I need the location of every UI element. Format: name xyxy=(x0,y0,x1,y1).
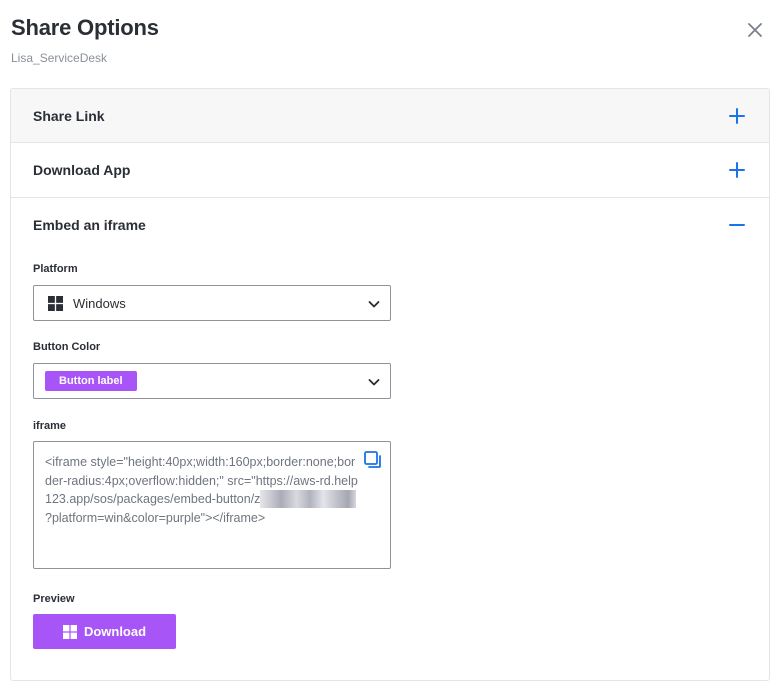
button-color-swatch: Button label xyxy=(45,371,137,391)
iframe-code-field[interactable]: <iframe style="height:40px;width:160px;b… xyxy=(33,441,391,569)
iframe-label: iframe xyxy=(33,420,67,432)
dialog-title: Share Options xyxy=(11,15,159,40)
section-share-link[interactable]: Share Link xyxy=(11,89,769,143)
section-embed-iframe[interactable]: Embed an iframe xyxy=(11,198,769,252)
platform-value: Windows xyxy=(73,295,126,311)
windows-icon xyxy=(48,295,63,311)
chevron-down-icon xyxy=(368,379,380,386)
plus-icon[interactable] xyxy=(727,106,747,126)
platform-label: Platform xyxy=(33,263,78,275)
plus-icon[interactable] xyxy=(727,160,747,180)
windows-icon xyxy=(62,624,77,639)
close-icon[interactable] xyxy=(745,20,765,40)
section-title: Download App xyxy=(33,162,131,178)
button-color-label: Button Color xyxy=(33,341,101,353)
redacted-block xyxy=(260,490,357,508)
section-title: Share Link xyxy=(33,107,105,124)
download-preview-button[interactable]: Download xyxy=(33,614,176,649)
chevron-down-icon xyxy=(368,301,380,308)
download-button-label: Download xyxy=(83,624,147,639)
section-download-app[interactable]: Download App xyxy=(11,143,769,198)
iframe-code-end: ?platform=win&color=purple"></iframe> xyxy=(45,510,266,525)
minus-icon[interactable] xyxy=(727,215,747,235)
section-title: Embed an iframe xyxy=(33,217,146,233)
preview-label: Preview xyxy=(33,593,75,605)
embed-iframe-body: Platform Windows Button Color Button lab… xyxy=(11,263,769,649)
dialog-subtitle: Lisa_ServiceDesk xyxy=(11,51,108,65)
share-options-accordion: Share Link Download App Embed an iframe … xyxy=(10,88,770,681)
platform-select[interactable]: Windows xyxy=(33,285,391,321)
button-color-select[interactable]: Button label xyxy=(33,363,391,399)
copy-icon[interactable] xyxy=(363,450,383,470)
